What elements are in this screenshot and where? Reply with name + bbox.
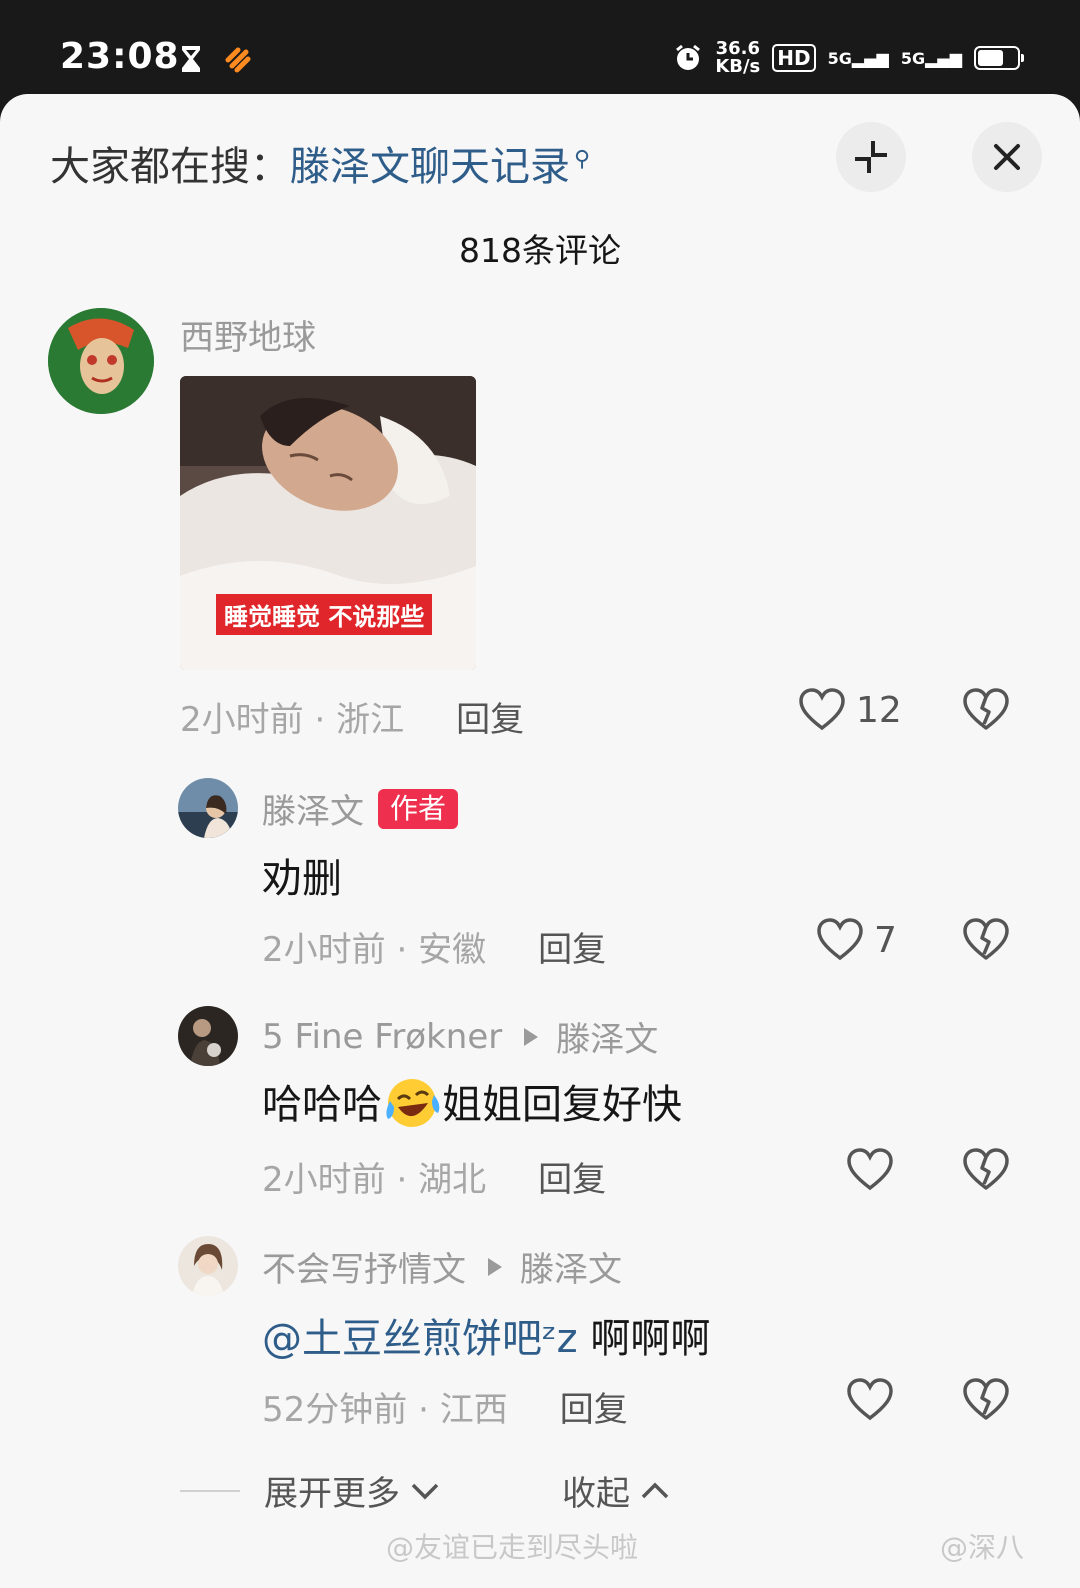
like-count: 7 [874,919,897,961]
network-speed: 36.6 KB/s [715,38,761,77]
broken-heart-icon [963,688,1009,730]
broken-heart-icon [963,1378,1009,1420]
avatar-image [178,778,238,838]
like-button[interactable]: 7 [816,918,897,962]
comment-username[interactable]: 5 Fine Frøkner 滕泽文 [262,1012,658,1061]
comment-username[interactable]: 西野地球 [180,310,316,359]
comment-meta: 2小时前 · 安徽 回复 [262,930,607,970]
signal-sim1-icon: 5G▂▄▆ [827,48,889,68]
close-button[interactable] [972,122,1042,192]
broken-heart-icon [963,1148,1009,1190]
dislike-button[interactable] [962,1378,1010,1426]
image-caption: 睡觉睡觉 不说那些 [216,594,433,635]
signal-sim2-icon: 5G▂▄▆ [900,48,962,68]
avatar[interactable] [178,1006,238,1066]
collapse-arrows-icon [855,141,887,173]
expand-more-button[interactable]: 展开更多 [264,1466,440,1515]
heart-icon [817,918,863,961]
hd-voice-icon: HD [772,44,816,72]
app-notification-icon [225,47,251,73]
author-badge: 作者 [378,788,459,829]
search-icon: ⚲ [574,146,591,172]
comment-meta: 2小时前 · 湖北 回复 [262,1160,607,1200]
comment-image[interactable]: 睡觉睡觉 不说那些 [180,376,476,670]
comment-username[interactable]: 不会写抒情文 滕泽文 [262,1242,622,1291]
hourglass-icon [182,46,200,72]
comment-text: 哈哈哈 姐姐回复好快 [262,1072,682,1130]
avatar-image [178,1006,238,1066]
search-suggestion-query[interactable]: 滕泽文聊天记录 [290,144,570,190]
reply-button[interactable]: 回复 [538,1160,606,1200]
reply-target[interactable]: 滕泽文 [556,1012,658,1061]
avatar[interactable] [178,778,238,838]
heart-icon [847,1378,893,1421]
watermark: @深八 [940,1531,1025,1564]
reply-arrow-icon [524,1027,539,1046]
search-suggestion[interactable]: 大家都在搜：滕泽文聊天记录 ⚲ [50,134,590,192]
comment-text: 劝删 [262,856,342,902]
alarm-icon [676,44,701,70]
reply-button[interactable]: 回复 [538,930,606,970]
comment-sheet: 大家都在搜：滕泽文聊天记录 ⚲ 818条评论 西野地球 睡觉睡觉 不说那些 2小… [0,94,1080,1588]
chevron-up-icon [641,1482,669,1498]
reply-button[interactable]: 回复 [456,700,524,740]
comment-count: 818条评论 [459,231,621,270]
reply-arrow-icon [488,1257,502,1276]
battery-icon [974,46,1024,70]
like-button[interactable] [846,1148,894,1192]
comment-text: @土豆丝煎饼吧ᶻz 啊啊啊 [262,1306,710,1364]
heart-icon [799,688,845,731]
laughing-crying-emoji-icon [386,1079,440,1127]
dislike-button[interactable] [962,918,1010,966]
status-time: 23:08 [60,36,180,77]
watermark: @友谊已走到尽头啦 [386,1531,639,1564]
dislike-button[interactable] [962,1148,1010,1196]
avatar[interactable] [48,308,154,414]
avatar-image [48,308,154,414]
comment-username[interactable]: 滕泽文 作者 [262,784,459,833]
minimize-button[interactable] [836,122,906,192]
close-icon [994,144,1020,170]
chevron-down-icon [411,1483,439,1499]
like-button[interactable] [846,1378,894,1422]
heart-icon [847,1148,893,1191]
comment-meta: 52分钟前 · 江西 回复 [262,1390,628,1430]
divider [180,1490,240,1492]
avatar[interactable] [178,1236,238,1296]
avatar-image [178,1236,238,1296]
dislike-button[interactable] [962,688,1010,736]
comment-meta: 2小时前 · 浙江 回复 [180,700,525,740]
status-bar: 23:08 36.6 KB/s HD 5G▂▄▆ 5G▂▄▆ [0,0,1080,94]
collapse-button[interactable]: 收起 [562,1466,670,1515]
like-count: 12 [856,689,902,731]
reply-target[interactable]: 滕泽文 [520,1242,622,1291]
user-mention[interactable]: @土豆丝煎饼吧ᶻz [262,1306,578,1364]
reply-button[interactable]: 回复 [560,1390,628,1430]
status-icons: 36.6 KB/s HD 5G▂▄▆ 5G▂▄▆ [673,38,1024,78]
broken-heart-icon [963,918,1009,960]
like-button[interactable]: 12 [798,688,902,732]
replies-controls: 展开更多 收起 [0,1466,1080,1516]
